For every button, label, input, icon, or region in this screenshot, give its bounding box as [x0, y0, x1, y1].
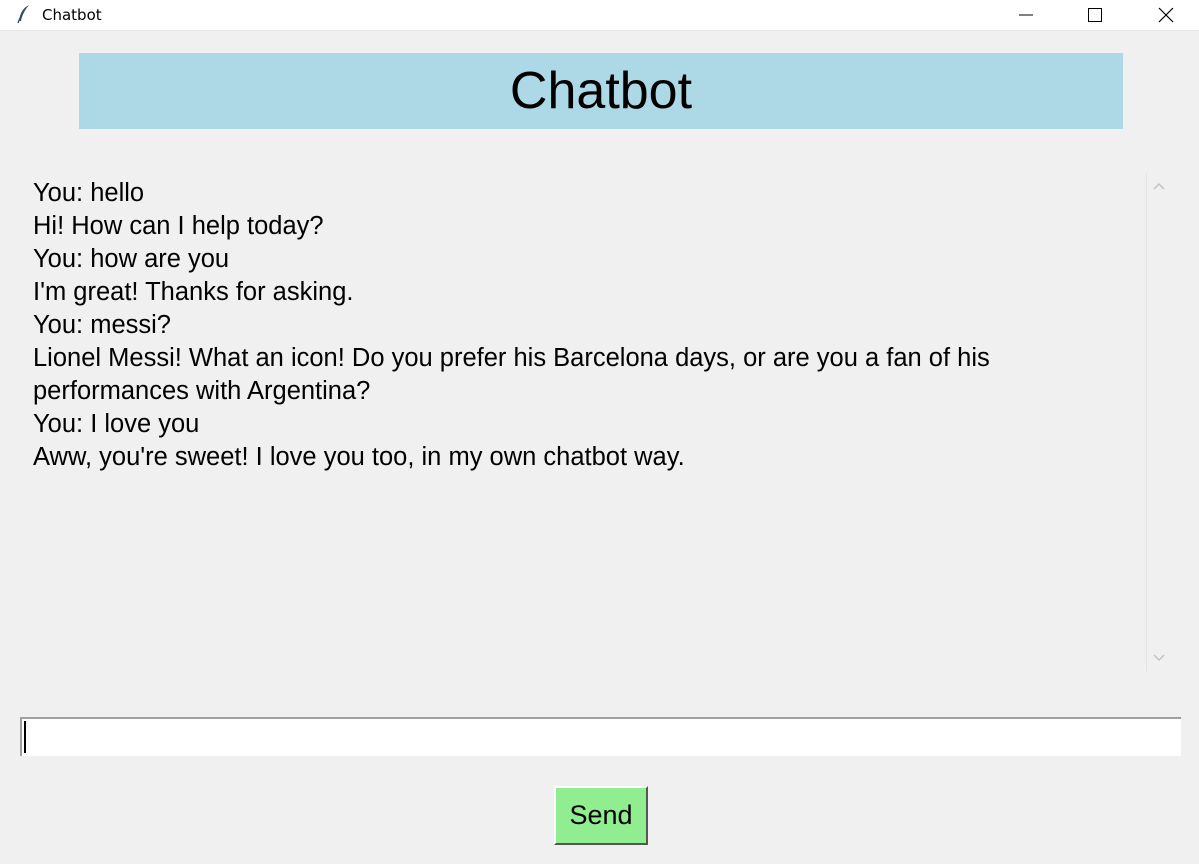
page-title: Chatbot [509, 62, 693, 120]
chat-log-area[interactable]: You: hello Hi! How can I help today? You… [20, 173, 1144, 671]
chat-message-user: You: how are you [33, 245, 230, 273]
close-button[interactable] [1137, 0, 1195, 30]
chat-message-bot: Lionel Messi! What an icon! Do you prefe… [33, 344, 997, 405]
chat-log: You: hello Hi! How can I help today? You… [33, 177, 1128, 474]
chat-message-user: You: I love you [33, 410, 200, 438]
chat-scrollbar[interactable] [1146, 173, 1171, 671]
message-input[interactable] [20, 717, 1181, 756]
window-titlebar[interactable]: Chatbot [0, 0, 1199, 31]
text-caret [24, 721, 26, 753]
header-banner: Chatbot [79, 53, 1123, 129]
feather-icon [16, 4, 32, 24]
chat-message-user: You: hello [33, 179, 145, 207]
chevron-down-icon[interactable] [1153, 654, 1165, 662]
close-icon [1158, 7, 1174, 23]
chat-message-bot: Hi! How can I help today? [33, 212, 324, 240]
send-button[interactable]: Send [554, 786, 648, 845]
chat-message-bot: Aww, you're sweet! I love you too, in my… [33, 443, 685, 471]
chat-message-bot: I'm great! Thanks for asking. [33, 278, 354, 306]
maximize-icon [1088, 8, 1102, 22]
minimize-button[interactable] [997, 0, 1055, 30]
chat-message-user: You: messi? [33, 311, 171, 339]
chevron-up-icon[interactable] [1153, 182, 1165, 190]
window-title: Chatbot [42, 6, 102, 24]
minimize-icon [1019, 14, 1033, 16]
maximize-button[interactable] [1066, 0, 1124, 30]
